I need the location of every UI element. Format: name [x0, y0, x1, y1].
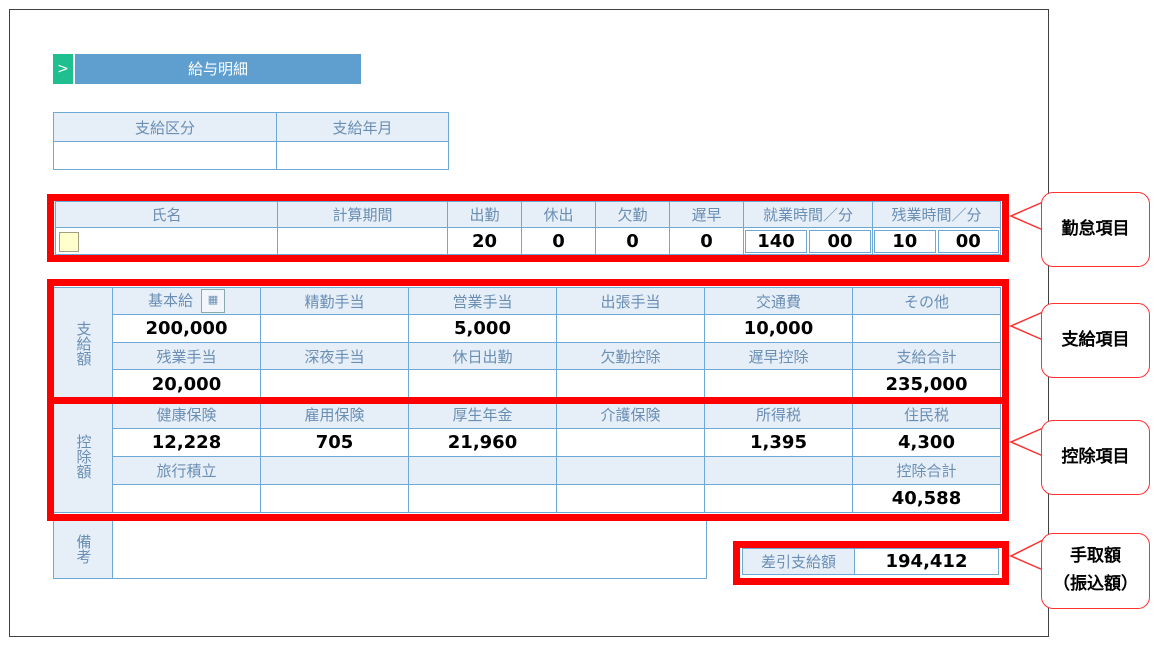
deduction-header: 介護保険	[556, 399, 705, 429]
payment-month-field[interactable]	[276, 141, 449, 170]
overtime-hours-field[interactable]: 10	[874, 229, 936, 253]
salary-table: 支給額 基本給 ▦ 精勤手当 営業手当 出張手当 交通費 その他 200,000 …	[53, 287, 1001, 513]
payment-field[interactable]: 20,000	[112, 369, 261, 400]
holiday-work-header: 休出	[521, 201, 596, 228]
attendance-callout: 勤怠項目	[1041, 192, 1150, 267]
page-title: 給与明細	[75, 54, 361, 84]
payment-info-table: 支給区分 支給年月	[53, 112, 449, 170]
work-minutes-field[interactable]: 00	[809, 229, 871, 253]
net-pay-callout-line1: 手取額	[1070, 546, 1121, 566]
absence-header: 欠勤	[595, 201, 670, 228]
deductions-callout: 控除項目	[1041, 420, 1150, 495]
attendance-table: 氏名 計算期間 出勤 休出 欠勤 遅早 就業時間／分 残業時間／分 20 0 0…	[55, 201, 1001, 255]
payment-total-header: 支給合計	[852, 342, 1001, 370]
deduction-field[interactable]: 705	[260, 428, 409, 457]
work-hours-header: 就業時間／分	[743, 201, 873, 228]
remarks-table: 備考	[53, 518, 707, 579]
payment-field[interactable]: 10,000	[704, 314, 853, 343]
payment-header-label: 基本給	[147, 291, 193, 310]
payment-field[interactable]	[556, 314, 705, 343]
period-field[interactable]	[277, 227, 448, 255]
deduction-header	[704, 456, 853, 485]
deduction-field[interactable]	[704, 484, 853, 513]
overtime-hours-header: 残業時間／分	[872, 201, 1001, 228]
net-pay-table: 差引支給額 194,412	[742, 548, 999, 575]
deduction-field[interactable]	[556, 484, 705, 513]
remarks-field[interactable]	[112, 518, 707, 579]
deduction-total-field: 40,588	[852, 484, 1001, 513]
work-days-field[interactable]: 20	[447, 227, 522, 255]
deductions-side-label: 控除額	[53, 399, 113, 513]
name-checkbox[interactable]	[59, 231, 79, 252]
deduction-header: 雇用保険	[260, 399, 409, 429]
calculator-icon[interactable]: ▦	[201, 289, 225, 313]
deduction-header: 住民税	[852, 399, 1001, 429]
work-days-header: 出勤	[447, 201, 522, 228]
overtime-minutes-field[interactable]: 00	[937, 229, 999, 253]
payments-callout-pointer	[1009, 311, 1044, 341]
payment-header: 欠勤控除	[556, 342, 705, 370]
net-pay-field: 194,412	[854, 548, 999, 575]
work-hours-field[interactable]: 140	[745, 229, 807, 253]
payment-header: 交通費	[704, 287, 853, 315]
attendance-callout-pointer	[1009, 201, 1044, 231]
payment-header: 営業手当	[408, 287, 557, 315]
payment-header: 基本給 ▦	[112, 287, 261, 315]
deduction-field[interactable]: 1,395	[704, 428, 853, 457]
deduction-field[interactable]	[556, 428, 705, 457]
work-time-field: 140 00	[743, 227, 873, 255]
chevron-right-icon[interactable]: >	[53, 54, 73, 84]
deduction-field[interactable]	[260, 484, 409, 513]
overtime-field: 10 00	[872, 227, 1001, 255]
period-header: 計算期間	[277, 201, 448, 228]
payments-callout: 支給項目	[1041, 303, 1150, 378]
payment-month-header: 支給年月	[276, 112, 449, 142]
holiday-work-field[interactable]: 0	[521, 227, 596, 255]
payment-field[interactable]: 200,000	[112, 314, 261, 343]
payment-header: 残業手当	[112, 342, 261, 370]
payment-field[interactable]	[704, 369, 853, 400]
deduction-header: 旅行積立	[112, 456, 261, 485]
name-header: 氏名	[55, 201, 278, 228]
payment-header: 深夜手当	[260, 342, 409, 370]
net-pay-callout-line2: （振込額）	[1053, 574, 1138, 594]
payment-field[interactable]: 5,000	[408, 314, 557, 343]
remarks-label: 備考	[53, 518, 113, 579]
payment-category-header: 支給区分	[53, 112, 277, 142]
net-pay-callout-pointer	[1009, 539, 1044, 571]
payment-field[interactable]	[556, 369, 705, 400]
deduction-field[interactable]: 12,228	[112, 428, 261, 457]
payment-category-field[interactable]	[53, 141, 277, 170]
payment-field[interactable]	[408, 369, 557, 400]
deduction-field[interactable]	[408, 484, 557, 513]
deduction-header	[408, 456, 557, 485]
payment-total-field: 235,000	[852, 369, 1001, 400]
payment-header: 出張手当	[556, 287, 705, 315]
deduction-header: 所得税	[704, 399, 853, 429]
payment-field[interactable]	[260, 369, 409, 400]
payment-header: 精勤手当	[260, 287, 409, 315]
deduction-header	[260, 456, 409, 485]
deduction-header: 健康保険	[112, 399, 261, 429]
deduction-field[interactable]: 21,960	[408, 428, 557, 457]
payments-side-label: 支給額	[53, 287, 113, 400]
late-early-field[interactable]: 0	[669, 227, 744, 255]
deduction-header	[556, 456, 705, 485]
net-pay-callout: 手取額 （振込額）	[1041, 533, 1150, 609]
payment-field[interactable]	[260, 314, 409, 343]
name-field[interactable]	[55, 227, 278, 255]
deduction-field[interactable]: 4,300	[852, 428, 1001, 457]
deductions-callout-pointer	[1009, 427, 1044, 457]
deduction-field[interactable]	[112, 484, 261, 513]
payment-field[interactable]	[852, 314, 1001, 343]
deduction-header: 厚生年金	[408, 399, 557, 429]
payment-header: その他	[852, 287, 1001, 315]
payment-header: 休日出勤	[408, 342, 557, 370]
net-pay-label: 差引支給額	[742, 548, 855, 575]
payment-header: 遅早控除	[704, 342, 853, 370]
absence-field[interactable]: 0	[595, 227, 670, 255]
late-early-header: 遅早	[669, 201, 744, 228]
deduction-total-header: 控除合計	[852, 456, 1001, 485]
